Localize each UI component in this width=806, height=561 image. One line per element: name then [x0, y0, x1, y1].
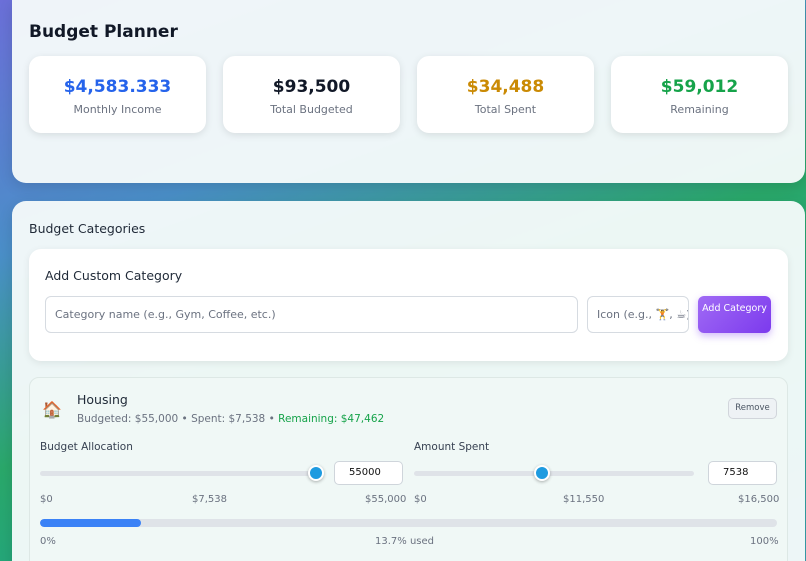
house-icon: 🏠 — [42, 400, 62, 419]
allocation-slider-track[interactable] — [40, 471, 316, 476]
allocation-slider-thumb[interactable] — [308, 465, 324, 481]
stat-label: Remaining — [670, 103, 729, 116]
spent-tick-min: $0 — [414, 494, 427, 505]
stat-value: $93,500 — [272, 77, 351, 97]
stat-value: $4,583.333 — [63, 77, 172, 97]
category-summary: Budgeted: $55,000 • Spent: $7,538 • Rema… — [77, 413, 384, 425]
spent-slider-thumb[interactable] — [533, 465, 550, 481]
stat-label: Monthly Income — [73, 103, 162, 116]
separator: • — [178, 413, 192, 425]
spent-tick-mid: $11,550 — [563, 494, 605, 505]
separator: • — [265, 413, 279, 425]
add-category-title: Add Custom Category — [45, 268, 183, 283]
section-title: Budget Categories — [29, 221, 146, 236]
stat-value: $34,488 — [466, 77, 545, 97]
category-icon-input[interactable]: Icon (e.g., 🏋️, ☕) — [587, 296, 689, 333]
usage-progress-fill — [40, 519, 141, 527]
category-item-housing: 🏠 Housing Budgeted: $55,000 • Spent: $7,… — [29, 377, 788, 561]
stat-label: Total Spent — [474, 103, 537, 116]
spent-text: Spent: $7,538 — [191, 413, 266, 425]
spent-label: Amount Spent — [414, 441, 490, 453]
allocation-tick-mid: $7,538 — [192, 494, 227, 505]
allocation-input[interactable]: 55000 — [334, 461, 403, 485]
add-category-panel: Add Custom Category Category name (e.g.,… — [29, 249, 788, 361]
remaining-text: Remaining: $47,462 — [278, 413, 385, 425]
spent-slider-track[interactable] — [414, 471, 694, 476]
page-title: Budget Planner — [29, 22, 178, 42]
stat-label: Total Budgeted — [270, 103, 353, 116]
add-category-button[interactable]: Add Category — [698, 296, 771, 333]
allocation-label: Budget Allocation — [40, 441, 133, 453]
spent-input[interactable]: 7538 — [708, 461, 777, 485]
allocation-tick-max: $55,000 — [365, 494, 407, 505]
summary-card: Budget Planner $4,583.333 Monthly Income… — [12, 0, 805, 183]
budgeted-text: Budgeted: $55,000 — [77, 413, 179, 425]
remove-button[interactable]: Remove — [728, 398, 777, 419]
stat-monthly-income: $4,583.333 Monthly Income — [29, 56, 206, 133]
progress-max-label: 100% — [750, 536, 779, 547]
spent-tick-max: $16,500 — [738, 494, 780, 505]
progress-min-label: 0% — [40, 536, 56, 547]
progress-used-label: 13.7% used — [375, 536, 434, 547]
allocation-tick-min: $0 — [40, 494, 53, 505]
categories-card: Budget Categories Add Custom Category Ca… — [12, 201, 805, 561]
usage-progress-bar — [40, 519, 777, 527]
stat-total-budgeted: $93,500 Total Budgeted — [223, 56, 400, 133]
stat-remaining: $59,012 Remaining — [611, 56, 788, 133]
category-name-input[interactable]: Category name (e.g., Gym, Coffee, etc.) — [45, 296, 578, 333]
stat-value: $59,012 — [660, 77, 739, 97]
stat-total-spent: $34,488 Total Spent — [417, 56, 594, 133]
category-name: Housing — [77, 392, 128, 407]
